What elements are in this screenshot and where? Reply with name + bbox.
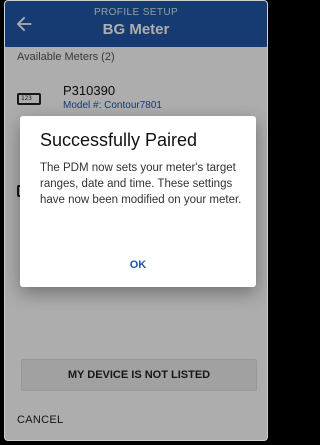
- dialog-title: Successfully Paired: [40, 130, 198, 150]
- dialog-message: The PDM now sets your meter's target ran…: [40, 162, 242, 206]
- screen: PROFILE SETUP BG Meter Available Meters …: [4, 0, 268, 441]
- paired-dialog: Successfully Paired The PDM now sets you…: [20, 116, 256, 287]
- ok-button[interactable]: OK: [120, 253, 156, 277]
